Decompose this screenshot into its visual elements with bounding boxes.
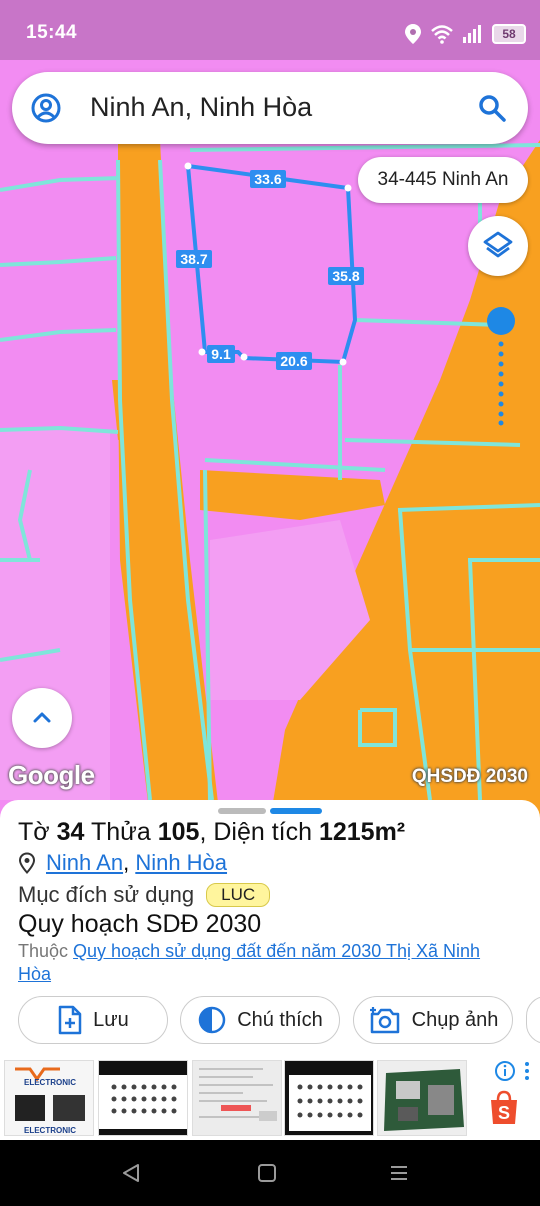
google-logo: Google	[8, 760, 95, 790]
system-nav-bar	[0, 1140, 540, 1206]
battery-indicator: 58	[492, 24, 526, 44]
parcel-info-sheet[interactable]: Tờ 34 Thửa 105, Diện tích 1215m² Ninh An…	[0, 800, 540, 1140]
status-icons: 58	[404, 20, 526, 48]
belongs-row: Thuộc Quy hoạch sử dụng đất đến năm 2030…	[18, 940, 518, 986]
area-value: 1215m²	[318, 818, 406, 846]
contrast-icon	[198, 1006, 226, 1034]
camera-icon	[369, 1007, 399, 1034]
parcel-title: Tờ 34 Thửa 105, Diện tích 1215m²	[18, 818, 405, 847]
ad-thumbnail-1[interactable]: ELECTRONIC ELECTRONIC	[4, 1060, 94, 1136]
edge-label-right: 35.8	[332, 268, 359, 284]
legend-button[interactable]: Chú thích	[180, 996, 340, 1044]
shopee-icon[interactable]: S	[488, 1090, 520, 1126]
status-bar: 15:44 58	[0, 0, 540, 60]
parcel-label: Thửa	[90, 818, 151, 846]
location-row: Ninh An, Ninh Hòa	[18, 850, 227, 876]
opacity-slider[interactable]	[486, 306, 516, 428]
location-pin-icon	[18, 852, 36, 874]
plan-title: Quy hoạch SDĐ 2030	[18, 910, 262, 938]
info-icon[interactable]	[494, 1060, 516, 1082]
purpose-label: Mục đích sử dụng	[18, 882, 195, 907]
parcel-number: 105	[157, 818, 200, 846]
edge-label-bottom: 20.6	[280, 353, 307, 369]
home-icon[interactable]	[256, 1162, 278, 1184]
search-query[interactable]: Ninh An, Ninh Hòa	[90, 92, 312, 123]
back-icon[interactable]	[120, 1162, 142, 1184]
ad-thumbnail-2[interactable]	[98, 1060, 188, 1136]
sheet-handle-active[interactable]	[270, 808, 322, 814]
belongs-prefix: Thuộc	[18, 941, 69, 961]
ad-brand-text-2: ELECTRONIC	[24, 1126, 76, 1135]
slider-thumb	[487, 307, 515, 335]
legend-label: Chú thích	[237, 1008, 323, 1031]
capture-button[interactable]: Chụp ảnh	[353, 996, 513, 1044]
sheet-handle[interactable]	[218, 808, 266, 814]
location-status-icon	[405, 24, 421, 44]
search-bar[interactable]: Ninh An, Ninh Hòa	[12, 72, 528, 144]
edge-label-short: 9.1	[211, 346, 231, 362]
expand-up-button[interactable]	[12, 688, 72, 748]
layers-icon	[483, 231, 513, 258]
edge-label-top: 33.6	[254, 171, 281, 187]
search-icon[interactable]	[476, 92, 508, 124]
capture-label: Chụp ảnh	[411, 1008, 499, 1031]
edge-label-left: 38.7	[180, 251, 207, 267]
purpose-row: Mục đích sử dụng LUC	[18, 882, 271, 908]
save-button[interactable]: Lưu	[18, 996, 168, 1044]
more-action-button[interactable]	[526, 996, 540, 1044]
ad-thumbnail-4[interactable]	[284, 1060, 374, 1136]
save-label: Lưu	[93, 1008, 129, 1031]
layers-button[interactable]	[468, 216, 528, 276]
address-chip[interactable]: 34-445 Ninh An	[358, 157, 528, 203]
ad-thumbnail-5[interactable]	[377, 1060, 467, 1136]
plan-document-link[interactable]: Quy hoạch sử dụng đất đến năm 2030 Thị X…	[18, 941, 480, 984]
town-link[interactable]: Ninh Hòa	[135, 850, 227, 875]
purpose-code-badge: LUC	[206, 883, 271, 907]
chevron-up-icon	[33, 712, 51, 723]
status-time: 15:44	[26, 22, 78, 43]
area-label: , Diện tích	[199, 818, 312, 846]
more-options-icon[interactable]	[522, 1060, 532, 1082]
ad-banner[interactable]: ELECTRONIC ELECTRONIC S	[0, 1054, 540, 1140]
svg-text:S: S	[498, 1103, 510, 1123]
recents-icon[interactable]	[388, 1162, 410, 1184]
sheet-label: Tờ	[18, 818, 50, 846]
signal-icon	[463, 25, 481, 43]
account-icon[interactable]	[30, 92, 62, 124]
ward-link[interactable]: Ninh An	[46, 850, 123, 875]
location-separator: ,	[123, 850, 130, 875]
add-file-icon	[58, 1005, 82, 1035]
wifi-icon	[431, 25, 453, 44]
sheet-number: 34	[56, 818, 85, 846]
ad-brand-text-1: ELECTRONIC	[24, 1078, 76, 1087]
ad-thumbnail-3[interactable]	[192, 1060, 282, 1136]
map-layer-label: QHSDĐ 2030	[411, 766, 528, 787]
